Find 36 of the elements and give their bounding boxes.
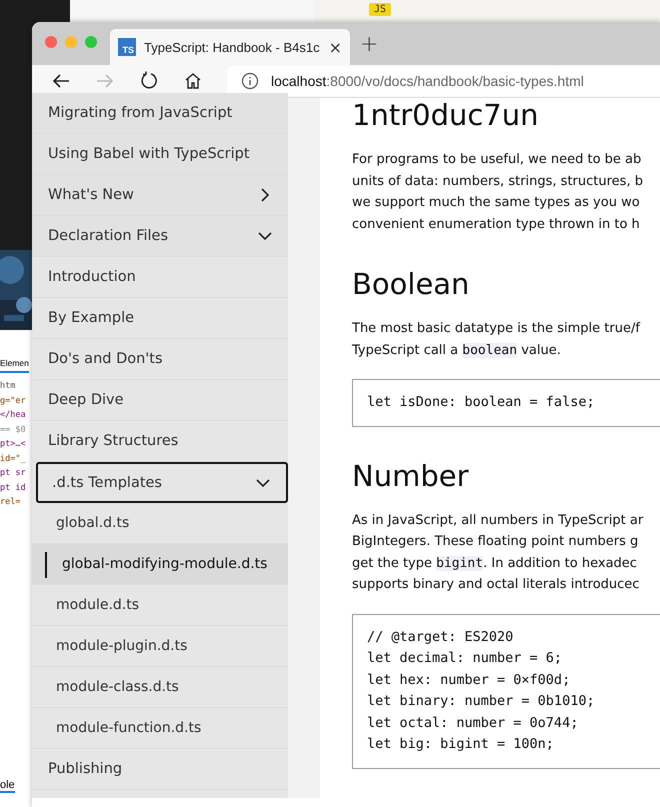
console-tab[interactable]: ole [0, 779, 15, 793]
sidebar-item[interactable]: Migrating from JavaScript [32, 93, 288, 134]
sidebar-item[interactable]: global-modifying-module.d.ts [32, 544, 288, 585]
code-line: pt sr [0, 467, 26, 480]
selection-indicator [45, 552, 47, 578]
section-heading: 1ntr0duc7un [352, 98, 540, 132]
sidebar-item[interactable]: What's New [32, 175, 288, 216]
code-line: </hea [0, 409, 26, 422]
sidebar-item[interactable]: Using Babel with TypeScript [32, 134, 288, 175]
sidebar-item[interactable]: .d.ts Templates [36, 462, 288, 503]
code-line: == $0 [0, 424, 26, 436]
code-block: // @target: ES2020 let decimal: number = 6; let hex: number = 0×f00d; let binary: number = 0b1010; let octal: number = 0o744; let big: bigint = 100n; [352, 614, 660, 768]
home-icon[interactable] [183, 71, 203, 91]
new-tab-button[interactable]: + [360, 32, 378, 57]
code-line: rel= [0, 496, 20, 509]
sidebar-item[interactable]: Declaration Files [32, 216, 288, 257]
paragraph: As in JavaScript, all numbers in TypeScript ar BigIntegers. These floating point numbers g get the type bigint. In addition to hexadec supports binary and octal literals introducec [352, 512, 644, 594]
tab-title: TypeScript: Handbook - B4s1c [144, 40, 321, 54]
code-line: g="er [0, 394, 26, 408]
code-line: id="_ [0, 452, 26, 466]
section-heading: Boolean [352, 267, 470, 301]
code-line: pt id [0, 482, 26, 494]
reload-icon[interactable] [139, 71, 159, 91]
browser-tab[interactable]: TS TypeScript: Handbook - B4s1c × [110, 29, 350, 65]
js-badge: JS [369, 3, 392, 16]
code-line: htm [0, 380, 16, 393]
paragraph: The most basic datatype is the simple true/f TypeScript call a boolean value. [352, 320, 642, 360]
code-line: pt>…< [0, 438, 26, 451]
close-tab-button[interactable]: × [328, 38, 342, 56]
section-heading: Number [352, 458, 470, 492]
paragraph: For programs to be useful, we need to be ab units of data: numbers, strings, structures, b we support much the same types as you wo convenient enumeration type thrown in to h [352, 151, 644, 234]
typescript-favicon: TS [118, 38, 136, 56]
code-block: let isDone: boolean = false; [352, 379, 660, 426]
devtools-tab[interactable]: Elemen [0, 358, 29, 373]
address-bar[interactable]: localhost:8000/vo/docs/handbook/basic-types.html [227, 66, 660, 96]
info-icon[interactable] [241, 72, 259, 90]
